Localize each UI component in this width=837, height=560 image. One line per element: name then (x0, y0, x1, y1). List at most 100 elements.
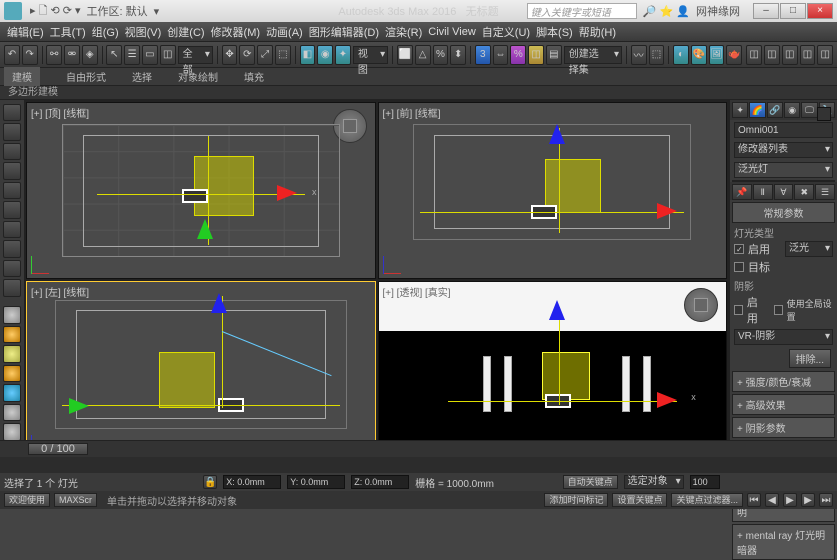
scale-button[interactable]: ⤢ (257, 45, 273, 65)
stack-item[interactable]: 泛光灯 (734, 162, 833, 178)
object-name-input[interactable] (734, 122, 833, 138)
snap-pct-button[interactable]: % (433, 45, 449, 65)
object-color-swatch[interactable] (817, 107, 831, 121)
viewcube-persp-icon[interactable] (684, 288, 718, 322)
trackbar[interactable] (0, 457, 837, 473)
lt-10[interactable] (3, 279, 21, 296)
tab-selection[interactable]: 选择 (132, 69, 152, 84)
tb-x3[interactable]: ◫ (782, 45, 798, 65)
unique-button[interactable]: ∀ (774, 184, 794, 200)
menu-tools[interactable]: 工具(T) (50, 24, 86, 40)
frame-spinner[interactable]: 100 (690, 475, 720, 489)
render-setup-button[interactable]: 🎨 (691, 45, 707, 65)
goto-start-button[interactable]: ⏮ (747, 493, 761, 507)
select-rect-button[interactable]: ▭ (142, 45, 158, 65)
bind-button[interactable]: ◈ (82, 45, 98, 65)
select-filter[interactable]: 全部 (178, 46, 213, 64)
prev-frame-button[interactable]: ◀ (765, 493, 779, 507)
lt-6[interactable] (3, 201, 21, 218)
toggle-ribbon-button[interactable]: ▤ (546, 45, 562, 65)
modifier-list-dropdown[interactable]: 修改器列表 (734, 142, 833, 158)
hierarchy-tab-icon[interactable]: 🔗 (767, 102, 783, 118)
display-tab-icon[interactable]: 🖵 (801, 102, 817, 118)
shadow-type-dropdown[interactable]: VR-阴影 (734, 329, 833, 345)
show-end-button[interactable]: Ⅱ (753, 184, 773, 200)
goto-end-button[interactable]: ⏭ (819, 493, 833, 507)
menu-graph[interactable]: 图形编辑器(D) (309, 24, 379, 40)
lt-3[interactable] (3, 143, 21, 160)
modify-tab-icon[interactable]: 🌈 (749, 102, 765, 118)
rollout-intensity[interactable]: + 强度/颜色/衰减 (732, 371, 835, 392)
lt-2[interactable] (3, 123, 21, 140)
rollout-adv[interactable]: + 高级效果 (732, 394, 835, 415)
exclude-button[interactable]: 排除... (789, 349, 831, 368)
coord-y[interactable]: Y: 0.0mm (287, 475, 345, 489)
lt-c5[interactable] (3, 404, 21, 421)
minimize-button[interactable]: – (753, 3, 779, 19)
align-button[interactable]: % (510, 45, 526, 65)
lt-c1[interactable] (3, 326, 21, 343)
maxscript-button[interactable]: MAXScr (54, 493, 97, 507)
menu-group[interactable]: 组(G) (92, 24, 119, 40)
workspace-label[interactable]: 工作区: 默认 (87, 3, 148, 19)
tb-x2[interactable]: ◫ (764, 45, 780, 65)
menu-modifiers[interactable]: 修改器(M) (211, 24, 261, 40)
lt-5[interactable] (3, 182, 21, 199)
lt-c0[interactable] (3, 306, 21, 323)
selection-set[interactable]: 创建选择集 (564, 46, 622, 64)
timetag-button[interactable]: 添加时间标记 (544, 493, 608, 507)
menu-custom[interactable]: 自定义(U) (482, 24, 530, 40)
light-type-dropdown[interactable]: 泛光 (785, 241, 833, 257)
pin-stack-button[interactable]: 📌 (732, 184, 752, 200)
help-search-input[interactable]: 键入关键字或短语 (527, 3, 637, 19)
keymode-dropdown[interactable]: 选定对象 (624, 475, 684, 489)
snap-angle-button[interactable]: △ (415, 45, 431, 65)
vp-label-top[interactable]: [+] [顶] [线框] (31, 105, 89, 120)
viewport-left[interactable]: [+] [左] [线框] (26, 281, 376, 458)
viewport-top[interactable]: [+] [顶] [线框] x (26, 102, 376, 279)
snap-button[interactable]: ⬜ (397, 45, 413, 65)
coord-z[interactable]: Z: 0.0mm (351, 475, 409, 489)
tb-x1[interactable]: ◫ (746, 45, 762, 65)
link-button[interactable]: ⚯ (46, 45, 62, 65)
viewport-front[interactable]: [+] [前] [线框] (378, 102, 728, 279)
coord-dropdown[interactable]: 视图 (353, 46, 388, 64)
app-logo-icon[interactable] (4, 2, 22, 20)
schematic-button[interactable]: ⬚ (649, 45, 665, 65)
play-button[interactable]: ▶ (783, 493, 797, 507)
time-slider[interactable]: 0 / 100 (28, 443, 88, 455)
menu-edit[interactable]: 编辑(E) (7, 24, 44, 40)
render-frame-button[interactable]: 🖼 (709, 45, 725, 65)
select-window-button[interactable]: ◫ (160, 45, 176, 65)
spinner-snap-button[interactable]: ⬍ (450, 45, 466, 65)
setkey-button[interactable]: 设置关键点 (612, 493, 667, 507)
welcome-button[interactable]: 欢迎使用 (4, 493, 50, 507)
next-frame-button[interactable]: ▶ (801, 493, 815, 507)
select-button[interactable]: ↖ (106, 45, 122, 65)
pivot-button[interactable]: ◉ (317, 45, 333, 65)
curve-editor-button[interactable]: 〰 (631, 45, 647, 65)
shadow-enable-checkbox[interactable] (734, 305, 743, 315)
lt-c3[interactable] (3, 365, 21, 382)
menu-create[interactable]: 创建(C) (167, 24, 204, 40)
rotate-button[interactable]: ⟳ (239, 45, 255, 65)
menu-civil[interactable]: Civil View (428, 26, 475, 38)
menu-view[interactable]: 视图(V) (125, 24, 162, 40)
create-tab-icon[interactable]: ✦ (732, 102, 748, 118)
coord-x[interactable]: X: 0.0mm (223, 475, 281, 489)
material-button[interactable]: ◐ (673, 45, 689, 65)
lt-c4[interactable] (3, 384, 21, 401)
targeted-checkbox[interactable] (734, 262, 744, 272)
vp-label-front[interactable]: [+] [前] [线框] (383, 105, 441, 120)
rollout-shadow[interactable]: + 阴影参数 (732, 417, 835, 438)
tb-x5[interactable]: ◫ (817, 45, 833, 65)
redo-button[interactable]: ↷ (22, 45, 38, 65)
autokey-button[interactable]: 自动关键点 (563, 475, 618, 489)
rollout-mr2[interactable]: + mental ray 灯光明暗器 (732, 524, 835, 560)
config-button[interactable]: ☰ (815, 184, 835, 200)
motion-tab-icon[interactable]: ◉ (784, 102, 800, 118)
keyfilter-button[interactable]: 关键点过滤器... (671, 493, 743, 507)
unlink-button[interactable]: ⚮ (64, 45, 80, 65)
menu-script[interactable]: 脚本(S) (536, 24, 573, 40)
tab-freeform[interactable]: 自由形式 (66, 69, 106, 84)
